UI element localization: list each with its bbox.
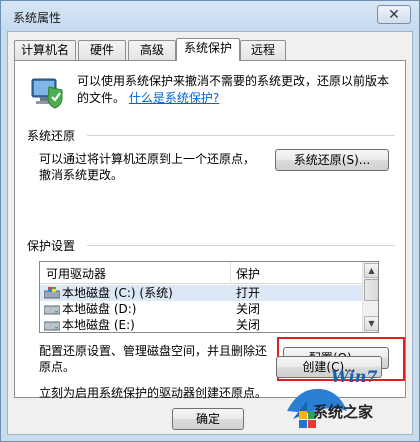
scroll-down-button[interactable]: ▼ bbox=[364, 316, 378, 331]
drive-list[interactable]: 可用驱动器 保护 本地磁盘 (C:) (系统) 打开 本地磁盘 (D:) 关闭 … bbox=[39, 261, 379, 333]
what-is-system-protection-link[interactable]: 什么是系统保护? bbox=[129, 91, 219, 105]
system-restore-section-title: 系统还原 bbox=[27, 129, 76, 143]
close-button[interactable]: ✕ bbox=[377, 5, 411, 24]
divider bbox=[87, 135, 395, 136]
column-available-drives[interactable]: 可用驱动器 bbox=[46, 265, 106, 282]
system-protection-icon bbox=[29, 73, 65, 109]
intro-text: 可以使用系统保护来撤消不需要的系统更改，还原以前版本的文件。 什么是系统保护? bbox=[77, 73, 397, 107]
windows-drive-icon bbox=[43, 287, 61, 299]
drive-name: 本地磁盘 (D:) bbox=[62, 302, 137, 316]
drive-protection-status: 打开 bbox=[236, 286, 261, 300]
system-protection-panel: 可以使用系统保护来撤消不需要的系统更改，还原以前版本的文件。 什么是系统保护? … bbox=[14, 60, 406, 400]
tab-computer-name[interactable]: 计算机名 bbox=[14, 40, 76, 60]
divider bbox=[87, 245, 395, 246]
configure-description-line2: 原点。 bbox=[39, 360, 76, 374]
drive-list-scrollbar[interactable]: ▲ ▼ bbox=[362, 262, 378, 332]
drive-row-e[interactable]: 本地磁盘 (E:) 关闭 bbox=[40, 317, 362, 332]
drive-name: 本地磁盘 (C:) (系统) bbox=[62, 286, 173, 300]
watermark-win7-text: Win7 bbox=[331, 367, 378, 386]
system-restore-description-line2: 撤消系统更改。 bbox=[39, 168, 124, 182]
drive-row-c[interactable]: 本地磁盘 (C:) (系统) 打开 bbox=[40, 285, 362, 301]
title-bar[interactable]: 系统属性 ✕ bbox=[1, 1, 419, 31]
create-description: 立刻为启用系统保护的驱动器创建还原点。 bbox=[39, 386, 268, 400]
drive-row-d[interactable]: 本地磁盘 (D:) 关闭 bbox=[40, 301, 362, 317]
scroll-thumb[interactable] bbox=[364, 279, 378, 301]
column-protection[interactable]: 保护 bbox=[236, 265, 260, 282]
tab-remote[interactable]: 远程 bbox=[240, 40, 286, 60]
close-icon: ✕ bbox=[388, 6, 400, 23]
tab-system-protection[interactable]: 系统保护 bbox=[176, 38, 240, 61]
window-title: 系统属性 bbox=[13, 11, 62, 25]
hard-drive-icon bbox=[43, 319, 61, 331]
system-restore-button[interactable]: 系统还原(S)... bbox=[275, 149, 389, 171]
hard-drive-icon bbox=[43, 303, 61, 315]
ok-button[interactable]: 确定 bbox=[172, 408, 244, 430]
intro-description: 可以使用系统保护来撤消不需要的系统更改，还原以前版本的文件。 bbox=[77, 74, 390, 105]
watermark-site-text: 系统之家 bbox=[313, 403, 374, 421]
column-separator[interactable] bbox=[230, 262, 231, 284]
system-restore-description-line1: 可以通过将计算机还原到上一个还原点， bbox=[39, 152, 256, 166]
drive-name: 本地磁盘 (E:) bbox=[62, 318, 135, 332]
tab-hardware[interactable]: 硬件 bbox=[78, 40, 126, 60]
system-properties-window: 系统属性 ✕ 计算机名 硬件 高级 系统保护 远程 可以使用系统保护来撤消不需要… bbox=[0, 0, 420, 442]
protection-settings-section-title: 保护设置 bbox=[27, 239, 76, 253]
system-restore-description: 可以通过将计算机还原到上一个还原点， 撤消系统更改。 bbox=[39, 151, 255, 183]
drive-protection-status: 关闭 bbox=[236, 318, 261, 332]
scroll-up-button[interactable]: ▲ bbox=[364, 263, 378, 278]
configure-description: 配置还原设置、管理磁盘空间，并且删除还 原点。 bbox=[39, 343, 267, 375]
tab-advanced[interactable]: 高级 bbox=[128, 40, 176, 60]
list-header: 可用驱动器 保护 bbox=[40, 262, 362, 284]
configure-description-line1: 配置还原设置、管理磁盘空间，并且删除还 bbox=[39, 344, 268, 358]
drive-protection-status: 关闭 bbox=[236, 302, 261, 316]
watermark-logo: Win7 系统之家 bbox=[277, 367, 409, 433]
